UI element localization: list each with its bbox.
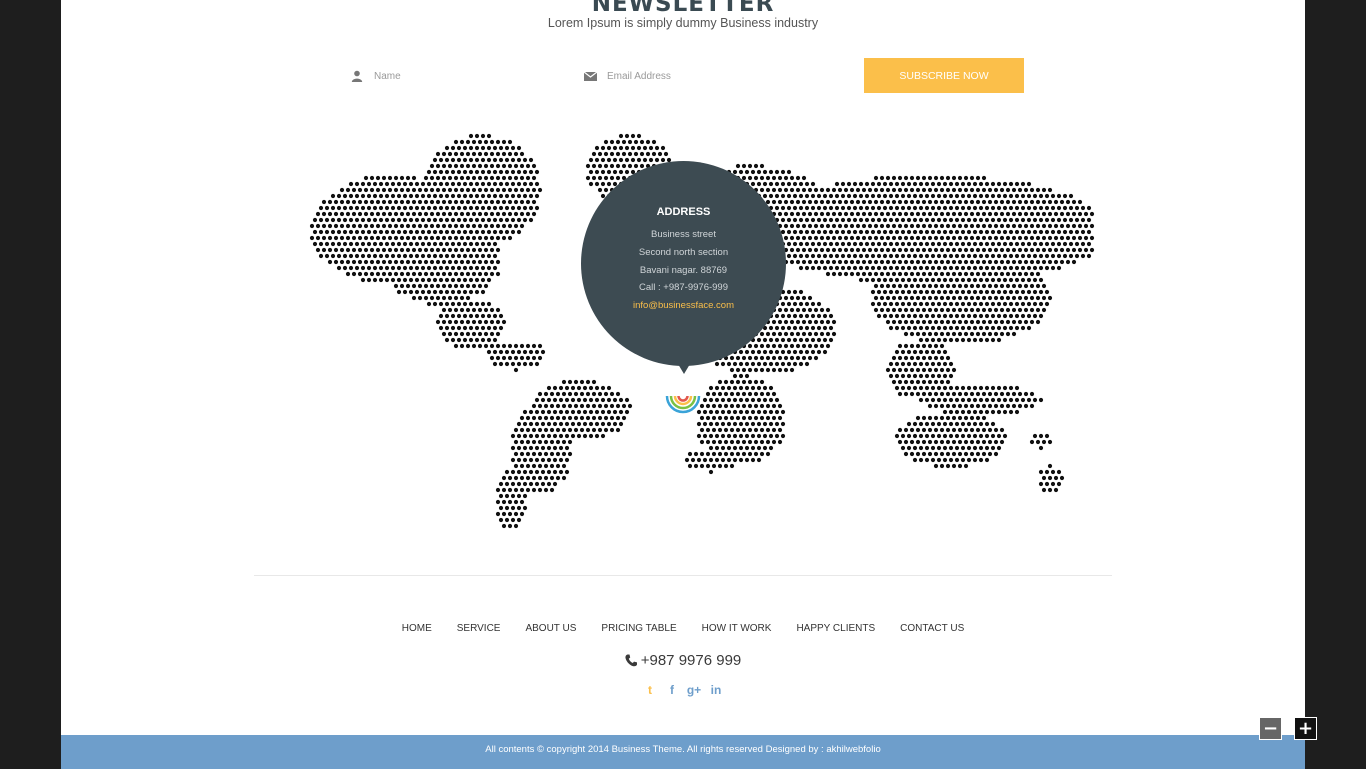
- page: NEWSLETTER Lorem Ipsum is simply dummy B…: [61, 0, 1305, 769]
- address-call: Call : +987-9976-999: [639, 282, 728, 293]
- nav-how-it-work[interactable]: HOW IT WORK: [702, 623, 772, 634]
- address-line-1: Business street: [651, 229, 716, 240]
- social-links: t f g+ in: [61, 683, 1305, 697]
- nav-contact-us[interactable]: CONTACT US: [900, 623, 964, 634]
- location-pin-icon[interactable]: [663, 380, 703, 414]
- address-bubble: ADDRESS Business street Second north sec…: [581, 161, 786, 374]
- address-title: ADDRESS: [656, 206, 711, 218]
- phone-contact: +987 9976 999: [61, 652, 1305, 669]
- nav-about-us[interactable]: ABOUT US: [525, 623, 576, 634]
- linkedin-icon[interactable]: in: [705, 683, 727, 697]
- zoom-out-button[interactable]: −: [1259, 717, 1282, 740]
- zoom-in-button[interactable]: +: [1294, 717, 1317, 740]
- footer-divider: [254, 575, 1112, 576]
- twitter-icon[interactable]: t: [639, 683, 661, 697]
- copyright-text: All contents © copyright 2014 Business T…: [485, 744, 881, 755]
- nav-home[interactable]: HOME: [402, 623, 432, 634]
- facebook-icon[interactable]: f: [661, 683, 683, 697]
- phone-icon: [625, 654, 637, 667]
- nav-pricing-table[interactable]: PRICING TABLE: [601, 623, 676, 634]
- address-line-2: Second north section: [638, 247, 729, 258]
- footer-nav: HOME SERVICE ABOUT US PRICING TABLE HOW …: [61, 623, 1305, 634]
- address-line-3: Bavani nagar. 88769: [639, 265, 728, 276]
- nav-happy-clients[interactable]: HAPPY CLIENTS: [796, 623, 875, 634]
- footer-bar: All contents © copyright 2014 Business T…: [61, 735, 1305, 769]
- nav-service[interactable]: SERVICE: [457, 623, 501, 634]
- google-plus-icon[interactable]: g+: [683, 683, 705, 697]
- address-email-link[interactable]: info@businessface.com: [581, 300, 786, 311]
- phone-number: +987 9976 999: [640, 652, 742, 669]
